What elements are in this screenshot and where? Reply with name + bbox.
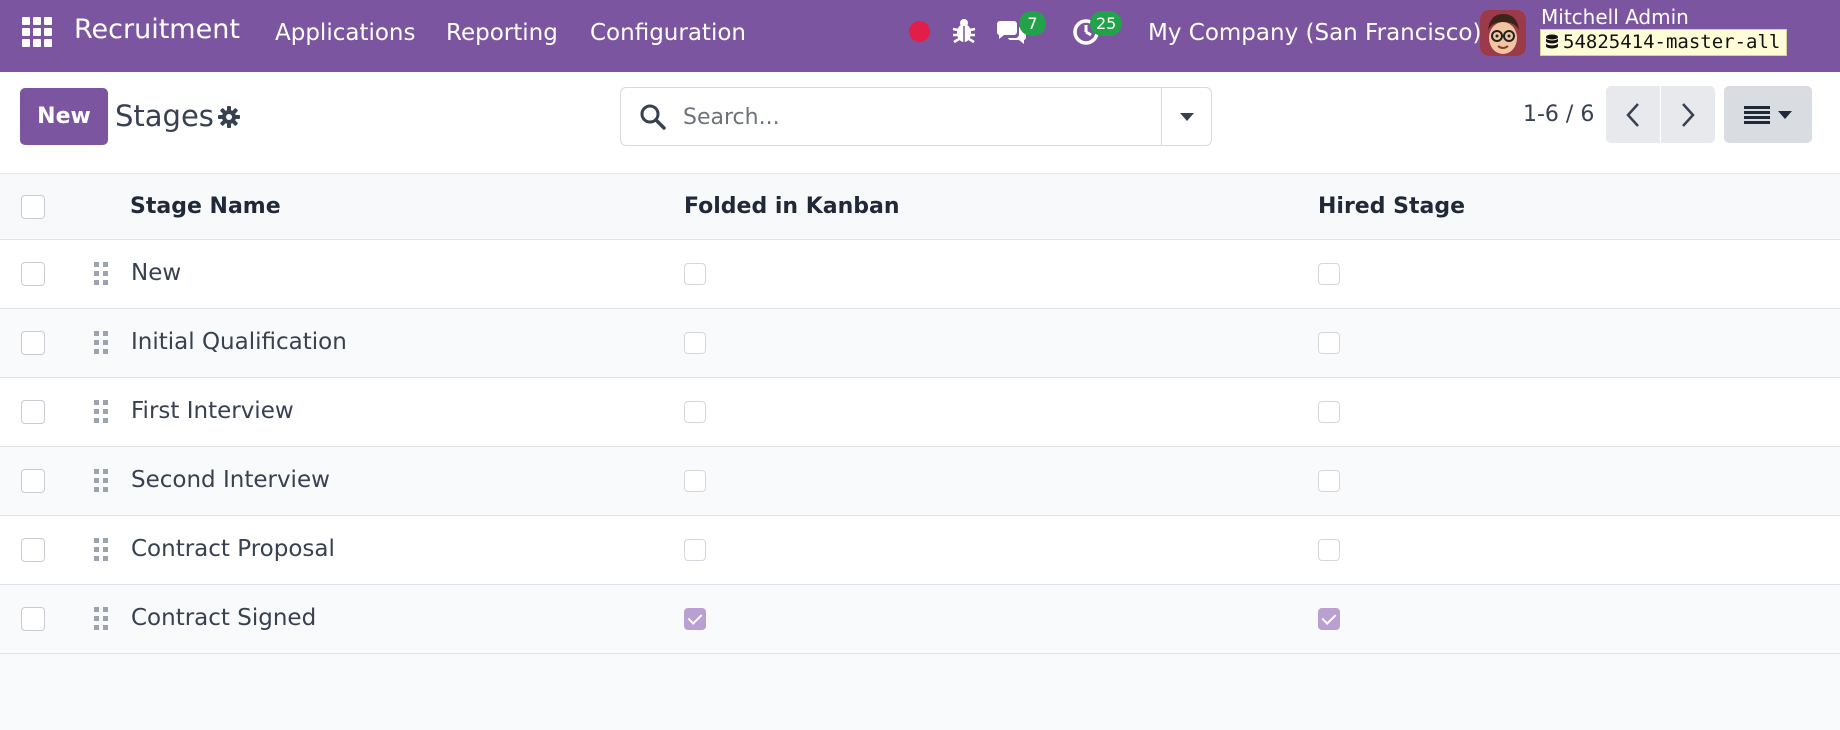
database-chip: 54825414-master-all (1540, 29, 1788, 56)
hired-stage-checkbox[interactable] (1318, 539, 1340, 561)
drag-handle-icon[interactable] (94, 538, 108, 564)
new-button[interactable]: New (20, 88, 108, 145)
drag-handle-icon[interactable] (94, 331, 108, 357)
drag-handle-icon[interactable] (94, 400, 108, 426)
chevron-right-icon (1682, 102, 1695, 127)
row-select-checkbox[interactable] (21, 469, 45, 493)
user-name[interactable]: Mitchell Admin (1541, 5, 1689, 29)
app-grid-icon[interactable] (22, 17, 52, 47)
menu-reporting[interactable]: Reporting (446, 20, 558, 46)
row-select-checkbox[interactable] (21, 262, 45, 286)
folded-in-kanban-checkbox[interactable] (684, 470, 706, 492)
caret-down-icon (1778, 110, 1792, 119)
drag-handle-icon[interactable] (94, 469, 108, 495)
column-hired-stage[interactable]: Hired Stage (1318, 194, 1465, 219)
table-header: Stage Name Folded in Kanban Hired Stage (0, 174, 1840, 240)
user-avatar[interactable] (1480, 10, 1526, 56)
chevron-left-icon (1626, 102, 1639, 127)
pager-value[interactable]: 1-6 / 6 (1523, 102, 1594, 127)
row-select-checkbox[interactable] (21, 607, 45, 631)
activities-count-badge: 25 (1090, 11, 1123, 36)
stage-name-cell[interactable]: Contract Signed (131, 605, 316, 631)
control-panel: New Stages 1-6 / 6 (0, 72, 1840, 174)
stages-table: Stage Name Folded in Kanban Hired Stage … (0, 174, 1840, 654)
folded-in-kanban-checkbox[interactable] (684, 263, 706, 285)
folded-in-kanban-checkbox[interactable] (684, 332, 706, 354)
pager-previous-button[interactable] (1606, 86, 1660, 143)
hired-stage-checkbox[interactable] (1318, 608, 1340, 630)
hired-stage-checkbox[interactable] (1318, 470, 1340, 492)
table-row[interactable]: New (0, 240, 1840, 309)
menu-configuration[interactable]: Configuration (590, 20, 746, 46)
folded-in-kanban-checkbox[interactable] (684, 608, 706, 630)
stage-name-cell[interactable]: First Interview (131, 398, 294, 424)
drag-handle-icon[interactable] (94, 607, 108, 633)
hired-stage-checkbox[interactable] (1318, 401, 1340, 423)
list-view-icon (1744, 105, 1770, 124)
row-select-checkbox[interactable] (21, 538, 45, 562)
column-folded-in-kanban[interactable]: Folded in Kanban (684, 194, 900, 219)
debug-bug-icon[interactable] (951, 17, 977, 45)
database-name: 54825414-master-all (1563, 31, 1781, 53)
caret-down-icon (1179, 112, 1194, 121)
search-input[interactable] (683, 100, 1123, 134)
column-stage-name[interactable]: Stage Name (130, 194, 281, 219)
company-switcher[interactable]: My Company (San Francisco) (1148, 20, 1481, 46)
search-box (620, 87, 1212, 146)
menu-applications[interactable]: Applications (275, 20, 416, 46)
search-icon (640, 104, 666, 130)
table-row[interactable]: Initial Qualification (0, 309, 1840, 378)
hired-stage-checkbox[interactable] (1318, 263, 1340, 285)
table-row[interactable]: Contract Proposal (0, 516, 1840, 585)
stage-name-cell[interactable]: Initial Qualification (131, 329, 347, 355)
table-row[interactable]: First Interview (0, 378, 1840, 447)
select-all-checkbox[interactable] (21, 195, 45, 219)
page-title: Stages (115, 99, 214, 133)
database-icon (1546, 34, 1558, 49)
record-icon[interactable] (909, 21, 930, 42)
top-navbar: Recruitment Applications Reporting Confi… (0, 0, 1840, 72)
folded-in-kanban-checkbox[interactable] (684, 401, 706, 423)
drag-handle-icon[interactable] (94, 262, 108, 288)
search-options-toggle[interactable] (1161, 88, 1211, 145)
gear-icon[interactable] (217, 105, 241, 129)
stage-name-cell[interactable]: Contract Proposal (131, 536, 335, 562)
table-row[interactable]: Second Interview (0, 447, 1840, 516)
row-select-checkbox[interactable] (21, 400, 45, 424)
row-select-checkbox[interactable] (21, 331, 45, 355)
app-brand[interactable]: Recruitment (74, 14, 240, 45)
stage-name-cell[interactable]: New (131, 260, 181, 286)
table-body: New Initial Qualification First Interview S… (0, 240, 1840, 654)
hired-stage-checkbox[interactable] (1318, 332, 1340, 354)
view-switcher-button[interactable] (1724, 86, 1812, 143)
folded-in-kanban-checkbox[interactable] (684, 539, 706, 561)
stage-name-cell[interactable]: Second Interview (131, 467, 330, 493)
messages-count-badge: 7 (1019, 11, 1046, 36)
table-row[interactable]: Contract Signed (0, 585, 1840, 654)
pager-next-button[interactable] (1661, 86, 1715, 143)
